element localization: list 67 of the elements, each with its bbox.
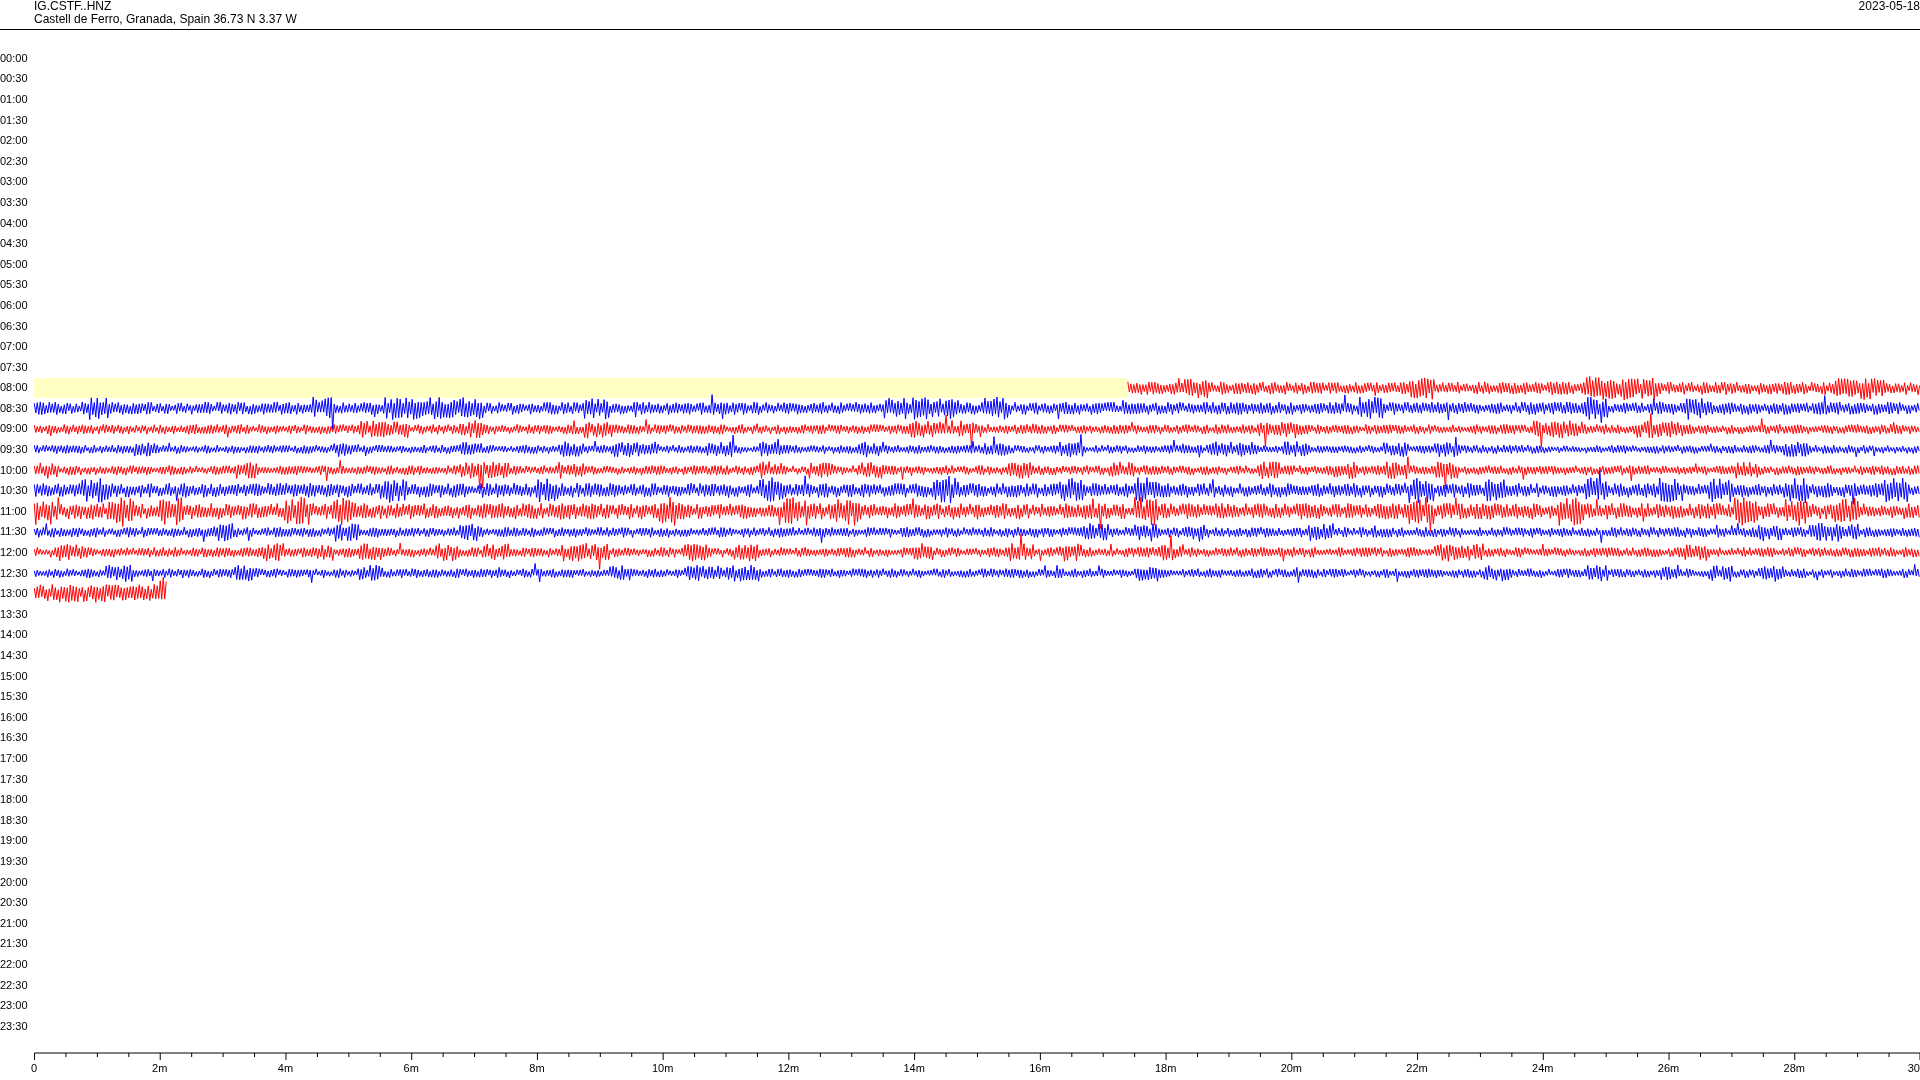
- time-label: 02:30: [0, 154, 29, 168]
- axis-tick-label: 20m: [1280, 1061, 1303, 1075]
- time-label: 03:00: [0, 175, 29, 189]
- time-label: 19:30: [0, 854, 29, 868]
- time-label: 12:30: [0, 566, 29, 580]
- axis-tick-label: 30: [1907, 1061, 1920, 1075]
- time-label: 19:00: [0, 834, 29, 848]
- axis-tick-label: 8m: [529, 1061, 545, 1075]
- time-label: 08:00: [0, 381, 29, 395]
- axis-tick-label: 24m: [1532, 1061, 1554, 1075]
- time-label: 21:00: [0, 916, 29, 930]
- time-label: 20:00: [0, 875, 29, 889]
- time-label: 23:00: [0, 999, 29, 1013]
- time-label: 06:00: [0, 298, 29, 312]
- time-label: 02:00: [0, 134, 29, 148]
- plot-date: 2023-05-18: [1858, 0, 1920, 13]
- time-label: 04:00: [0, 216, 29, 230]
- time-label: 03:30: [0, 195, 29, 209]
- time-label: 12:00: [0, 546, 29, 560]
- time-label: 00:00: [0, 51, 29, 65]
- time-label: 13:30: [0, 607, 29, 621]
- time-label: 09:00: [0, 422, 29, 436]
- axis-tick-label: 22m: [1406, 1061, 1428, 1075]
- time-label: 18:30: [0, 813, 29, 827]
- time-label: 06:30: [0, 319, 29, 333]
- time-label: 01:00: [0, 93, 29, 106]
- time-label: 23:30: [0, 1019, 29, 1033]
- time-label: 05:00: [0, 257, 29, 271]
- time-label: 11:00: [0, 504, 28, 518]
- axis-tick-label: 0: [30, 1061, 38, 1075]
- time-label: 18:00: [0, 793, 29, 807]
- axis-tick-label: 10m: [651, 1061, 674, 1075]
- time-label: 16:30: [0, 731, 29, 745]
- axis-tick-label: 6m: [403, 1061, 419, 1075]
- axis-tick-label: 26m: [1657, 1061, 1680, 1075]
- time-label: 11:30: [0, 525, 28, 539]
- station-location: Castell de Ferro, Granada, Spain 36.73 N 3.37 W: [34, 13, 297, 26]
- axis-tick-label: 18m: [1154, 1061, 1177, 1075]
- time-label: 05:30: [0, 278, 29, 292]
- time-label: 01:30: [0, 113, 29, 127]
- time-label: 08:30: [0, 401, 29, 415]
- time-label: 15:00: [0, 669, 29, 683]
- axis-tick-label: 4m: [277, 1061, 294, 1075]
- time-label: 14:30: [0, 649, 29, 662]
- time-label: 09:30: [0, 443, 29, 457]
- axis-tick-label: 16m: [1029, 1061, 1051, 1075]
- time-label: 07:00: [0, 340, 29, 354]
- time-label: 22:30: [0, 978, 29, 992]
- time-label: 07:30: [0, 360, 29, 374]
- axis-tick-label: 14m: [903, 1061, 925, 1075]
- axis-tick-label: 28m: [1783, 1061, 1805, 1075]
- time-label: 17:30: [0, 772, 29, 786]
- time-label: 13:00: [0, 587, 29, 601]
- time-label: 14:00: [0, 628, 29, 642]
- station-code: IG.CSTF..HNZ: [34, 0, 113, 13]
- axis-tick-label: 12m: [777, 1061, 800, 1075]
- time-label: 10:30: [0, 484, 29, 498]
- axis-tick-label: 2m: [152, 1061, 168, 1075]
- time-label: 15:30: [0, 690, 29, 704]
- time-label: 17:00: [0, 752, 29, 765]
- time-label: 22:00: [0, 957, 29, 971]
- time-label: 16:00: [0, 710, 29, 724]
- time-label: 04:30: [0, 237, 29, 251]
- time-label: 21:30: [0, 937, 29, 951]
- time-label: 10:00: [0, 463, 29, 477]
- time-label: 00:30: [0, 72, 29, 86]
- time-label: 20:30: [0, 896, 29, 910]
